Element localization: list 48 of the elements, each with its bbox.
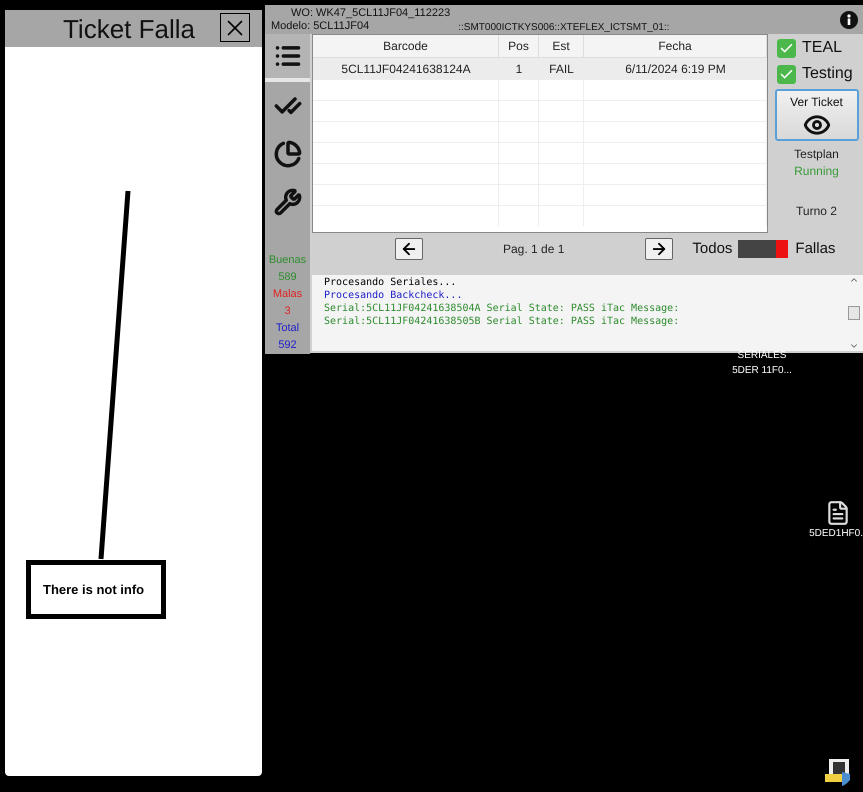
log-line: Serial:5CL11JF04241638504A Serial State: PASS iTac Message: bbox=[324, 302, 680, 315]
desktop-icon-label[interactable]: SERIALES bbox=[738, 348, 786, 363]
table-row[interactable]: 5CL11JF04241638124A 1 FAIL 6/11/2024 6:19 PM bbox=[313, 58, 767, 79]
log-line: Procesando Seriales... bbox=[324, 276, 458, 289]
testplan-label: Testplan bbox=[794, 146, 839, 163]
desktop-icon-label[interactable]: 5DED1HF0. bbox=[809, 526, 863, 541]
table-cell-text: 5CL11JF04241638124A bbox=[340, 60, 472, 78]
barcode-app-icon bbox=[824, 758, 852, 786]
checkbox[interactable] bbox=[777, 38, 796, 58]
toggle-right-label: Fallas bbox=[795, 238, 836, 259]
checkbox-label: TEAL bbox=[802, 38, 842, 58]
checkbox-label: Testing bbox=[802, 64, 853, 84]
station-label: ::SMT000ICTKYS006::XTEFLEX_ICTSMT_01:: bbox=[458, 21, 670, 34]
checkbox[interactable] bbox=[777, 64, 796, 84]
log-line: Procesando Backcheck... bbox=[324, 289, 464, 302]
info-icon[interactable] bbox=[840, 11, 858, 29]
table-cell-text: 1 bbox=[514, 60, 524, 78]
wrench-icon bbox=[274, 188, 302, 216]
count-value: 592 bbox=[278, 338, 297, 353]
filter-toggle[interactable] bbox=[738, 240, 788, 258]
view-ticket-button[interactable]: Ver Ticket bbox=[774, 89, 858, 141]
next-page-button[interactable] bbox=[645, 238, 674, 260]
shift-label: Turno 2 bbox=[796, 203, 837, 220]
pie-chart-icon bbox=[274, 140, 302, 168]
count-label: Malas bbox=[272, 287, 302, 302]
table-cell-text: 6/11/2024 6:19 PM bbox=[624, 60, 727, 78]
callout-text: There is not info bbox=[43, 580, 144, 599]
count-label: Buenas bbox=[268, 253, 306, 268]
count-label: Total bbox=[276, 321, 300, 336]
column-header[interactable]: Pos bbox=[499, 35, 539, 57]
scrollbar-thumb[interactable] bbox=[848, 306, 860, 320]
toggle-left-label: Todos bbox=[692, 238, 732, 259]
table-cell-text: FAIL bbox=[548, 60, 575, 78]
close-button[interactable] bbox=[220, 13, 250, 42]
page-indicator: Pag. 1 de 1 bbox=[503, 241, 564, 258]
column-header[interactable]: Barcode bbox=[313, 35, 499, 57]
work-order-label: WO: WK47_5CL11JF04_112223 bbox=[291, 7, 452, 20]
log-line: Serial:5CL11JF04241638505B Serial State: PASS iTac Message: bbox=[324, 315, 680, 328]
column-header[interactable]: Est bbox=[539, 35, 584, 57]
desktop-icon-label[interactable]: 5DER 11F0... bbox=[732, 363, 792, 378]
model-label: Modelo: 5CL11JF04 bbox=[271, 20, 370, 34]
count-value: 589 bbox=[278, 270, 297, 285]
column-header[interactable]: Fecha bbox=[584, 35, 767, 57]
count-value: 3 bbox=[284, 304, 291, 319]
window-title: Ticket Falla bbox=[63, 16, 195, 42]
sidebar-tab[interactable] bbox=[265, 34, 310, 82]
testplan-status: Running bbox=[794, 163, 839, 180]
previous-page-button[interactable] bbox=[395, 238, 423, 260]
